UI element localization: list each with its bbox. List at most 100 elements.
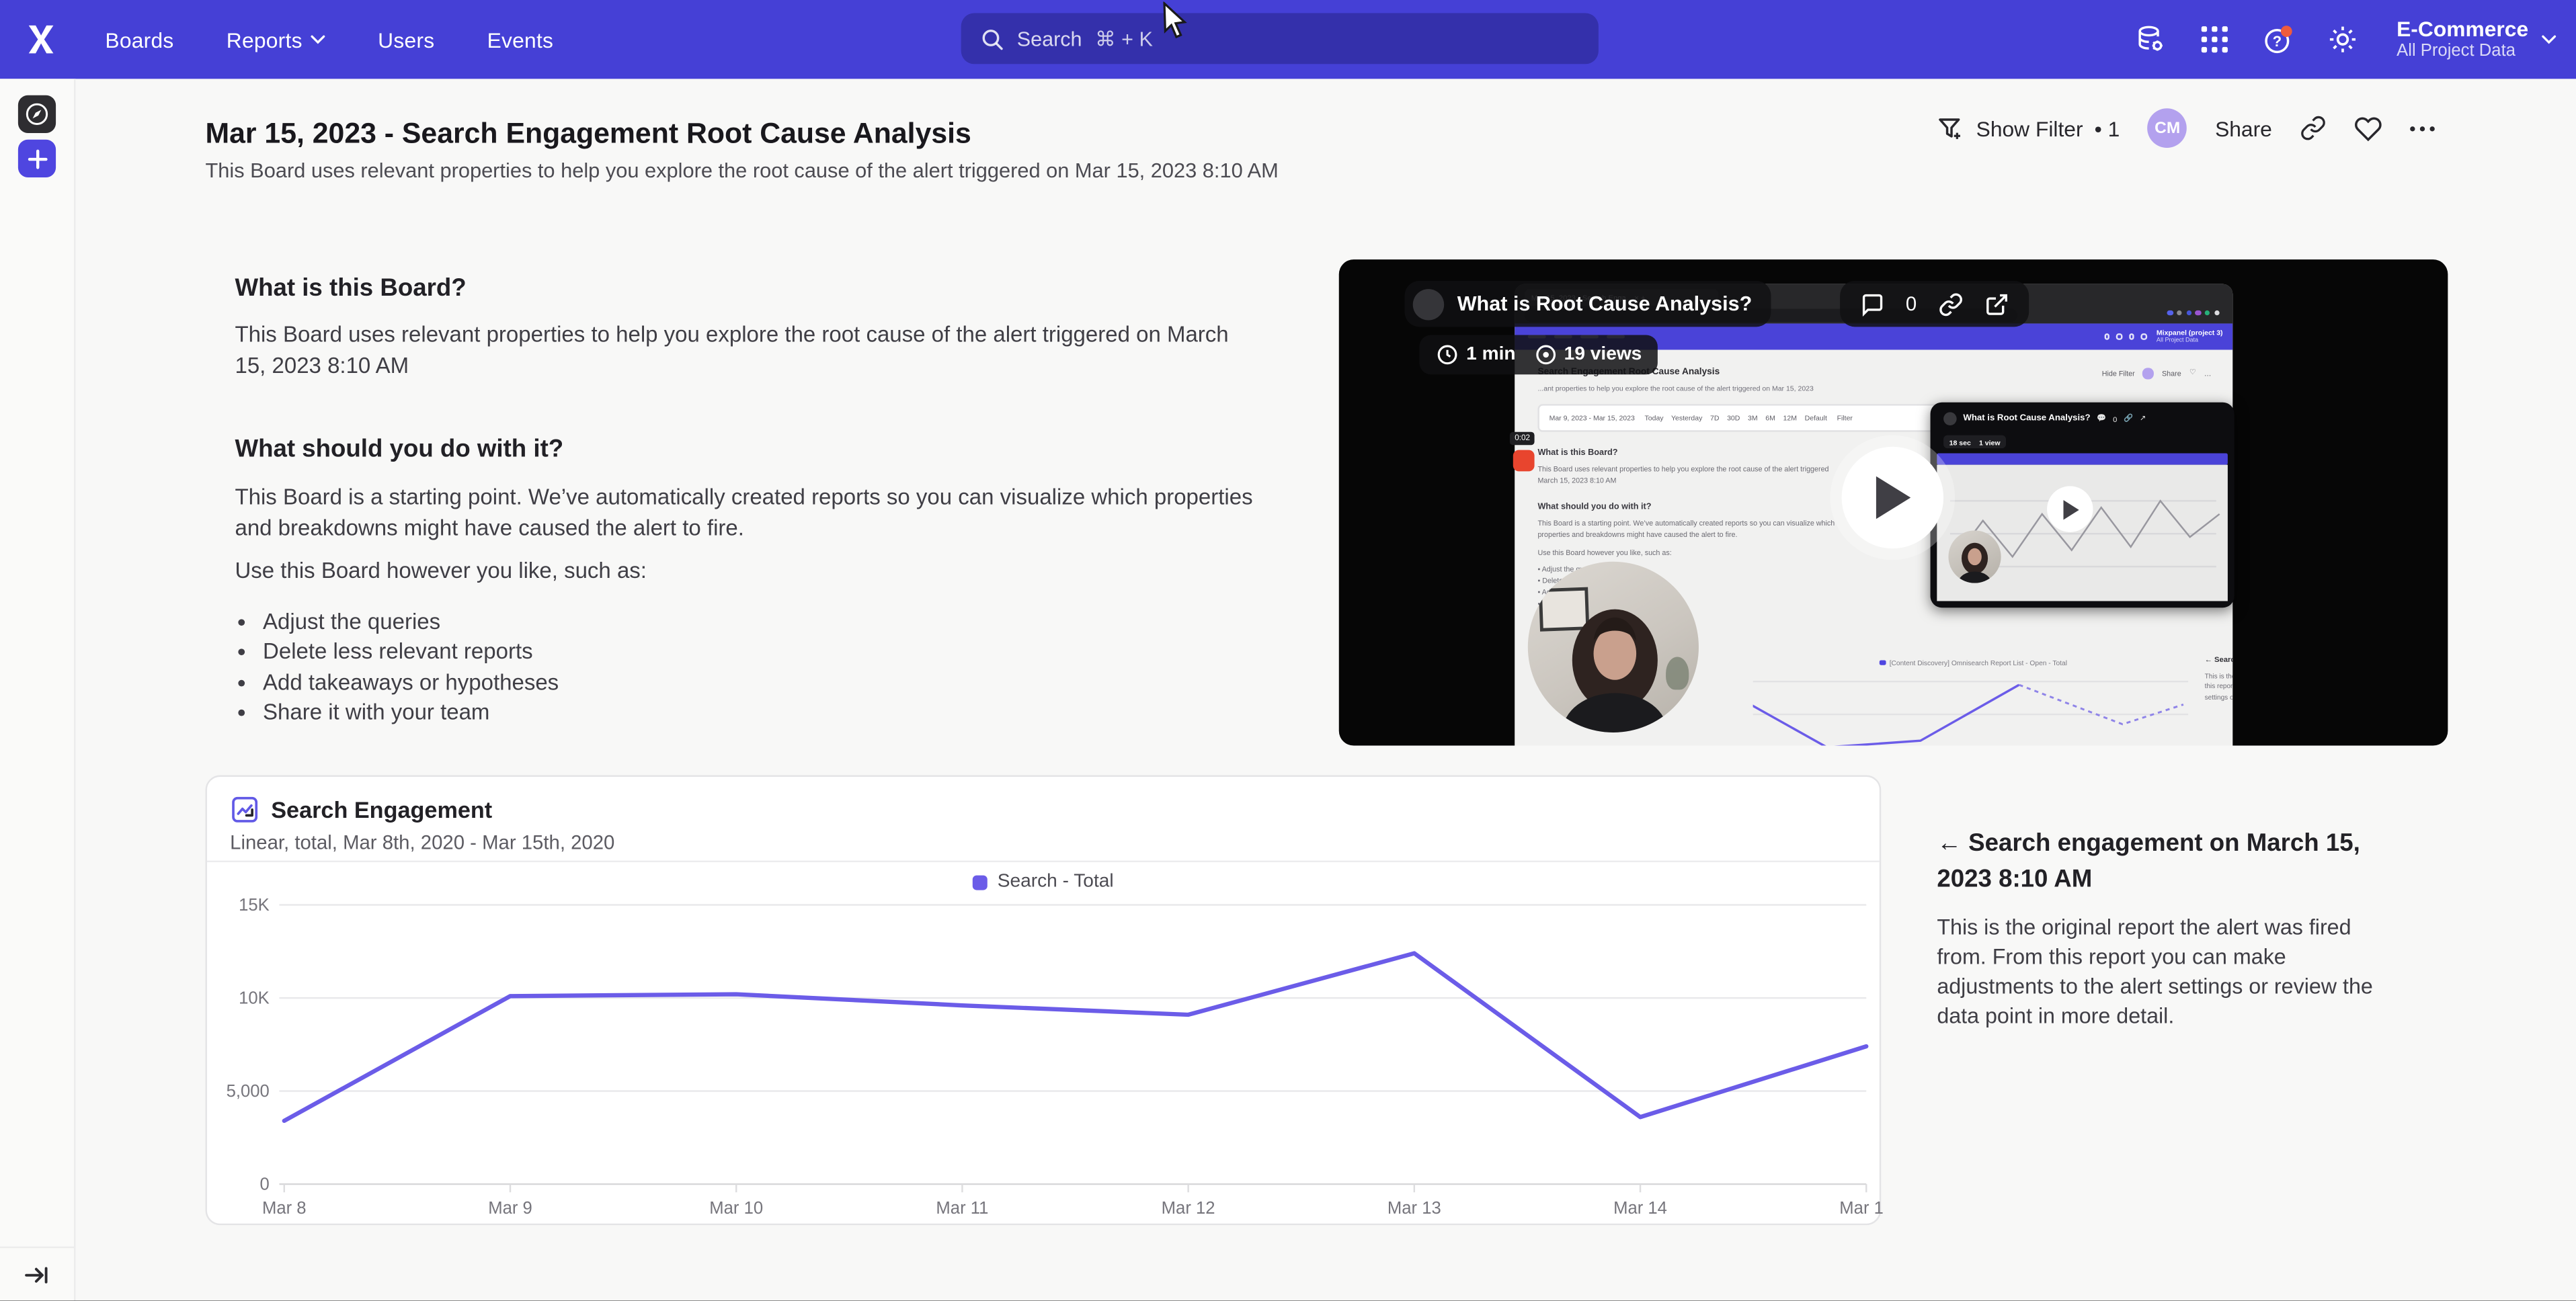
link-icon[interactable] bbox=[1938, 292, 1963, 317]
filter-plus-icon bbox=[1937, 114, 1965, 142]
svg-text:Mar 8: Mar 8 bbox=[262, 1199, 307, 1218]
nav-reports[interactable]: Reports bbox=[227, 27, 325, 52]
nav-boards[interactable]: Boards bbox=[105, 27, 173, 52]
what-to-do-heading: What should you do with it? bbox=[235, 435, 563, 464]
play-icon bbox=[1873, 474, 1913, 520]
video-title-bar: What is Root Cause Analysis? bbox=[1405, 281, 1772, 327]
main-nav: Boards Reports Users Events bbox=[105, 27, 553, 52]
top-nav: Boards Reports Users Events Search ⌘ + K… bbox=[0, 0, 2576, 79]
svg-text:?: ? bbox=[2272, 32, 2282, 49]
svg-text:Mar 15: Mar 15 bbox=[1839, 1199, 1882, 1218]
project-selector[interactable]: E-Commerce All Project Data bbox=[2397, 17, 2557, 62]
mini-side-note: ← Search usage on March 15, 2023 8:10 AM… bbox=[2205, 655, 2233, 704]
copy-link-button[interactable] bbox=[2300, 115, 2326, 141]
more-options-button[interactable] bbox=[2410, 126, 2435, 130]
nav-users[interactable]: Users bbox=[378, 27, 434, 52]
help-icon[interactable]: ? bbox=[2262, 23, 2295, 56]
nested-video-title: What is Root Cause Analysis? bbox=[1963, 414, 2090, 424]
nested-video-player: What is Root Cause Analysis? 💬0🔗↗ 18 sec… bbox=[1931, 403, 2235, 607]
report-title[interactable]: Search Engagement bbox=[271, 796, 492, 823]
line-chart-report-icon bbox=[232, 796, 258, 823]
settings-gear-icon[interactable] bbox=[2326, 23, 2359, 56]
use-board-line: Use this Board however you like, such as… bbox=[235, 556, 1256, 587]
rail-footer bbox=[0, 1247, 74, 1301]
compass-icon bbox=[25, 102, 50, 127]
record-stop-button[interactable] bbox=[1513, 450, 1535, 472]
svg-text:10K: 10K bbox=[239, 989, 270, 1008]
what-to-do-body: This Board is a starting point. We’ve au… bbox=[235, 483, 1256, 544]
comment-icon[interactable] bbox=[1859, 292, 1884, 317]
svg-text:15K: 15K bbox=[239, 896, 270, 915]
report-card-search-engagement[interactable]: Search Engagement Linear, total, Mar 8th… bbox=[205, 775, 1881, 1226]
mini-filter: Filter bbox=[1837, 414, 1853, 422]
mini-line-chart bbox=[1753, 672, 2189, 746]
open-external-icon[interactable] bbox=[1984, 292, 2009, 317]
svg-text:Mar 14: Mar 14 bbox=[1613, 1199, 1667, 1218]
play-icon bbox=[2061, 499, 2079, 520]
create-new-button[interactable] bbox=[18, 140, 56, 177]
project-scope: All Project Data bbox=[2397, 42, 2515, 61]
svg-text:5,000: 5,000 bbox=[227, 1082, 270, 1101]
side-note: ← Search engagement on March 15, 2023 8:… bbox=[1937, 826, 2393, 1031]
video-action-bar: 0 bbox=[1840, 281, 2028, 327]
nav-right: ? E-Commerce All Project Data bbox=[2134, 0, 2557, 79]
svg-text:Mar 11: Mar 11 bbox=[936, 1199, 988, 1218]
nested-webcam-bubble bbox=[1948, 530, 2001, 583]
comment-count: 0 bbox=[1906, 292, 1917, 315]
mini-use-line: Use this Board however you like, such as… bbox=[1537, 546, 1907, 558]
search-input[interactable]: Search ⌘ + K bbox=[961, 13, 1599, 65]
list-item: Add takeaways or hypotheses bbox=[263, 668, 559, 698]
play-button[interactable] bbox=[1842, 447, 1944, 549]
list-item: Delete less relevant reports bbox=[263, 638, 559, 668]
nested-avatar bbox=[1943, 412, 1957, 425]
svg-text:Mar 9: Mar 9 bbox=[488, 1199, 532, 1218]
favorite-button[interactable] bbox=[2354, 114, 2382, 142]
search-icon bbox=[981, 27, 1004, 50]
side-note-body: This is the original report the alert wa… bbox=[1937, 913, 2393, 1032]
avatar[interactable]: CM bbox=[2148, 108, 2187, 148]
expand-sidebar-icon[interactable] bbox=[25, 1264, 50, 1286]
heart-icon bbox=[2354, 114, 2382, 142]
video-duration: 1 min bbox=[1466, 345, 1515, 364]
mini-chart-legend: [Content Discovery] Omnisearch Report Li… bbox=[1880, 659, 2067, 667]
mini-date-range: Mar 9, 2023 - Mar 15, 2023 bbox=[1549, 414, 1635, 422]
video-title: What is Root Cause Analysis? bbox=[1457, 292, 1753, 315]
chevron-down-icon bbox=[2542, 34, 2557, 44]
link-icon bbox=[2300, 115, 2326, 141]
svg-text:Mar 13: Mar 13 bbox=[1387, 1199, 1441, 1218]
mini-range-buttons: Today Yesterday 7D 30D 3M 6M 12M Default bbox=[1645, 414, 1827, 422]
page-title: Mar 15, 2023 - Search Engagement Root Ca… bbox=[205, 117, 971, 151]
explore-compass-button[interactable] bbox=[18, 95, 56, 133]
creator-avatar bbox=[1413, 288, 1444, 319]
data-management-icon[interactable] bbox=[2134, 23, 2167, 56]
search-shortcut: ⌘ + K bbox=[1095, 26, 1153, 51]
video-player[interactable]: Mar 15, 2023 - Search Enga... × + Mixpan… bbox=[1339, 259, 2448, 745]
search-placeholder: Search bbox=[1017, 27, 1082, 50]
what-is-board-body: This Board uses relevant properties to h… bbox=[235, 321, 1240, 381]
nav-events[interactable]: Events bbox=[487, 27, 554, 52]
video-stats-bar: 1 min 19 views bbox=[1420, 335, 1658, 375]
nested-play-button[interactable] bbox=[2047, 486, 2093, 532]
clock-icon bbox=[1436, 343, 1459, 366]
mini-project-scope: All Project Data bbox=[2157, 337, 2223, 345]
share-button[interactable]: Share bbox=[2215, 116, 2272, 140]
what-is-board-heading: What is this Board? bbox=[235, 274, 466, 302]
report-subtitle: Linear, total, Mar 8th, 2020 - Mar 15th,… bbox=[230, 831, 614, 854]
line-chart[interactable]: 0 5,000 10K 15K Mar 8 Mar 9 Mar 10 Mar 11 Mar 12… bbox=[207, 859, 1883, 1226]
recording-timestamp: 0:02 bbox=[1510, 432, 1535, 446]
suggestions-list: Adjust the queries Delete less relevant … bbox=[263, 607, 559, 728]
mixpanel-logo-icon[interactable] bbox=[23, 22, 59, 58]
side-note-heading: ← Search engagement on March 15, 2023 8:… bbox=[1937, 826, 2393, 896]
extension-icons bbox=[2167, 310, 2219, 315]
video-views: 19 views bbox=[1564, 345, 1642, 364]
left-rail bbox=[0, 79, 75, 1301]
svg-text:Mar 10: Mar 10 bbox=[709, 1199, 763, 1218]
svg-text:0: 0 bbox=[260, 1175, 270, 1194]
mouse-cursor bbox=[1162, 1, 1198, 41]
nested-video-stats: 18 sec 1 view bbox=[1943, 435, 2006, 449]
svg-text:Mar 12: Mar 12 bbox=[1162, 1199, 1215, 1218]
list-item: Adjust the queries bbox=[263, 607, 559, 638]
apps-grid-icon[interactable] bbox=[2198, 23, 2230, 56]
project-name: E-Commerce bbox=[2397, 17, 2528, 42]
show-filter-button[interactable]: Show Filter • 1 bbox=[1937, 114, 2120, 142]
